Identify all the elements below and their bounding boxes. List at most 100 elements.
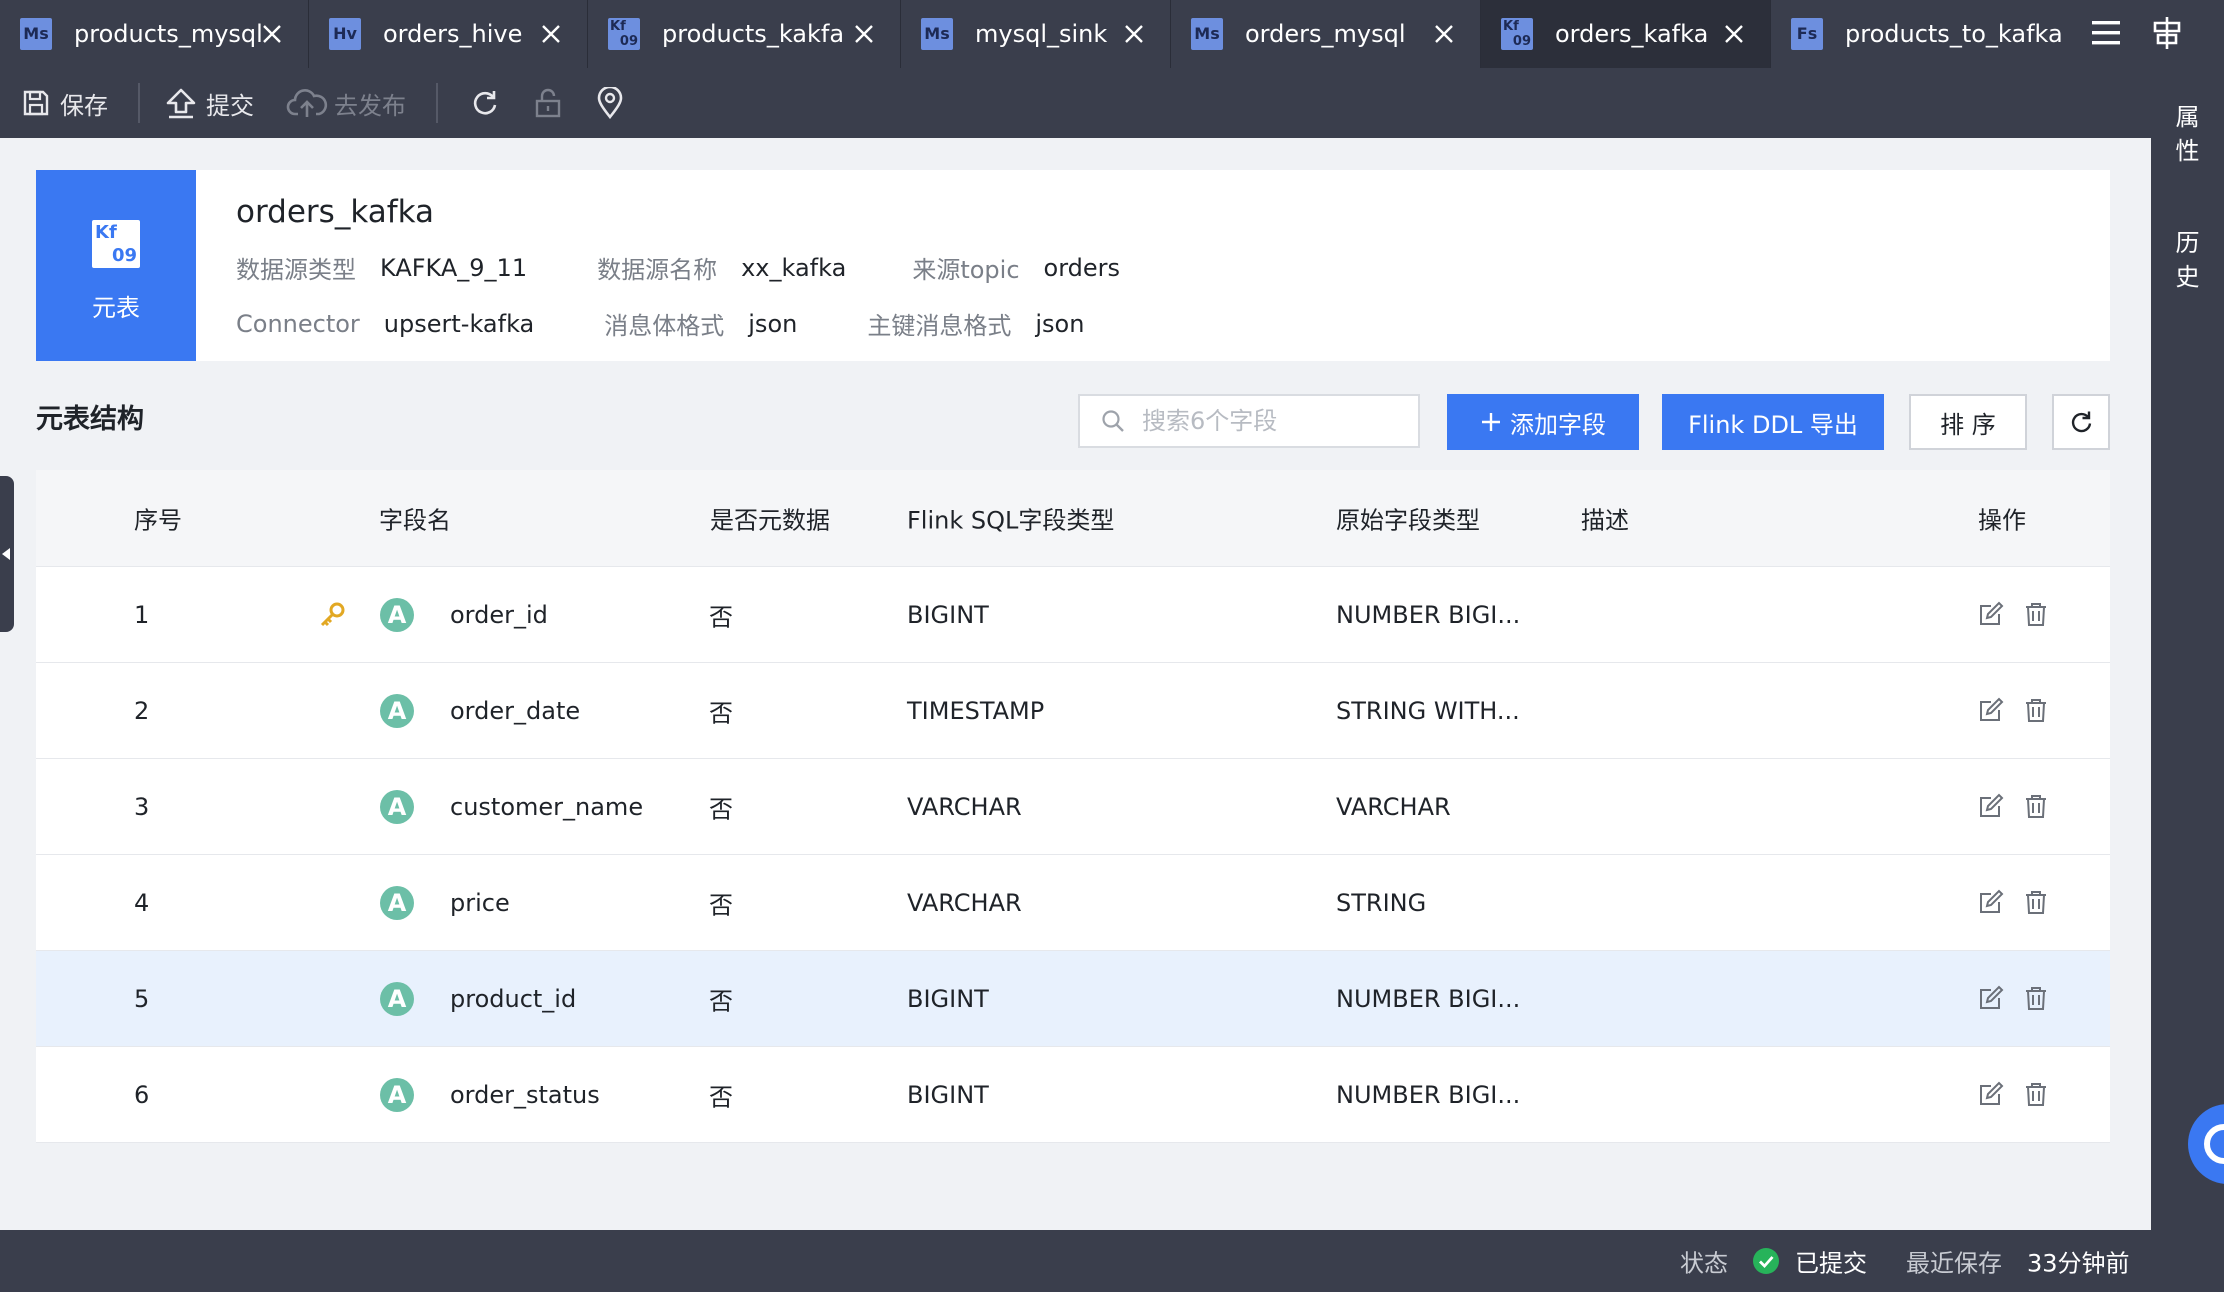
close-icon[interactable]: [1430, 20, 1458, 48]
flink-sql-badge-icon: Fs: [1791, 18, 1823, 50]
sidebar-collapse-handle[interactable]: [0, 476, 14, 632]
close-icon[interactable]: [850, 20, 878, 48]
field-name: product_id: [450, 984, 577, 1013]
kafka-badge-icon: Kf 09: [608, 18, 640, 50]
table-kind-block: Kf 09 元表: [36, 170, 196, 361]
trash-icon[interactable]: [2023, 793, 2049, 819]
raw-type-value: NUMBER BIGI...: [1336, 984, 1521, 1013]
trash-icon[interactable]: [2023, 697, 2049, 723]
tab-mysql-sink[interactable]: Ms mysql_sink: [901, 0, 1171, 68]
hive-badge-icon: Hv: [329, 18, 361, 50]
tab-orders-mysql[interactable]: Ms orders_mysql: [1171, 0, 1481, 68]
row-index: 1: [134, 600, 150, 629]
field-table: 序号 字段名 是否元数据 Flink SQL字段类型 原始字段类型 描述 操作 …: [36, 470, 2110, 1143]
sort-button[interactable]: 排 序: [1909, 394, 2027, 450]
history-tab-label: 历 史: [2175, 229, 2200, 291]
lock-icon[interactable]: [534, 88, 562, 118]
flink-type-value: TIMESTAMP: [907, 696, 1045, 725]
tab-orders-kafka[interactable]: Kf 09 orders_kafka: [1481, 0, 1771, 68]
edit-icon[interactable]: [1978, 601, 2004, 627]
col-raw-type-header: 原始字段类型: [1336, 506, 1480, 535]
close-icon[interactable]: [537, 20, 565, 48]
cloud-upload-icon: [286, 89, 328, 117]
properties-tab[interactable]: 属 性: [2151, 100, 2224, 168]
table-row[interactable]: 2 A order_date 否 TIMESTAMP STRING WITH..…: [36, 663, 2110, 759]
status-value: 已提交: [1795, 1249, 1867, 1278]
close-icon[interactable]: [1720, 20, 1748, 48]
mysql-badge-icon: Ms: [921, 18, 953, 50]
table-row[interactable]: 3 A customer_name 否 VARCHAR VARCHAR: [36, 759, 2110, 855]
tab-label: products_to_kafka: [1845, 20, 2063, 48]
trash-icon[interactable]: [2023, 601, 2049, 627]
status-bar: 状态 已提交 最近保存 33分钟前: [0, 1230, 2224, 1292]
type-badge: A: [380, 789, 414, 824]
edit-icon[interactable]: [1978, 793, 2004, 819]
row-index: 6: [134, 1080, 150, 1109]
flink-type-value: VARCHAR: [907, 888, 1022, 917]
edit-icon[interactable]: [1978, 1081, 2004, 1107]
tab-products-to-kafka[interactable]: Fs products_to_kafka: [1771, 0, 2091, 68]
tab-products-kakfa[interactable]: Kf 09 products_kakfa: [588, 0, 901, 68]
publish-button[interactable]: 去发布: [286, 86, 406, 121]
publish-label: 去发布: [334, 91, 406, 120]
table-row[interactable]: 4 A price 否 VARCHAR STRING: [36, 855, 2110, 951]
body-format-value: json: [748, 309, 798, 338]
connector-value: upsert-kafka: [383, 309, 535, 338]
field-search-input[interactable]: [1140, 406, 1404, 436]
flink-ddl-export-button[interactable]: Flink DDL 导出: [1662, 394, 1884, 450]
add-field-label: 添加字段: [1510, 410, 1606, 439]
tab-label: orders_mysql: [1245, 20, 1406, 48]
tab-label: orders_hive: [383, 20, 523, 48]
save-icon: [23, 90, 49, 116]
tab-label: mysql_sink: [975, 20, 1108, 48]
trash-icon[interactable]: [2023, 1081, 2049, 1107]
save-button[interactable]: 保存: [22, 86, 108, 121]
location-pin-icon[interactable]: [596, 87, 624, 119]
is-meta-value: 否: [709, 987, 733, 1015]
close-icon[interactable]: [1120, 20, 1148, 48]
tab-orders-hive[interactable]: Hv orders_hive: [309, 0, 588, 68]
tab-label: products_mysql: [74, 20, 263, 48]
meta-row-1: 数据源类型 KAFKA_9_11 数据源名称 xx_kafka 来源topic …: [236, 250, 1120, 285]
table-row[interactable]: 6 A order_status 否 BIGINT NUMBER BIGI...: [36, 1047, 2110, 1143]
topic-value: orders: [1043, 253, 1121, 282]
col-description-header: 描述: [1581, 506, 1629, 535]
flink-type-value: BIGINT: [907, 1080, 989, 1109]
add-field-button[interactable]: 添加字段: [1447, 394, 1639, 450]
tab-products-mysql[interactable]: Ms products_mysql: [0, 0, 309, 68]
is-meta-value: 否: [709, 1083, 733, 1111]
refresh-icon[interactable]: [470, 88, 500, 118]
close-icon[interactable]: [258, 20, 286, 48]
key-icon: [320, 602, 345, 626]
mysql-badge-icon: Ms: [1191, 18, 1223, 50]
raw-type-value: STRING: [1336, 888, 1427, 917]
status-label: 状态: [1680, 1249, 1728, 1278]
sort-label: 排 序: [1940, 410, 1996, 439]
tab-label: orders_kafka: [1555, 20, 1709, 48]
floating-assistant-button[interactable]: [2188, 1104, 2224, 1184]
trash-icon[interactable]: [2023, 985, 2049, 1011]
flink-type-value: VARCHAR: [907, 792, 1022, 821]
edit-icon[interactable]: [1978, 985, 2004, 1011]
trash-icon[interactable]: [2023, 889, 2049, 915]
tab-bar: Ms products_mysql Hv orders_hive Kf 09 pr…: [0, 0, 2151, 68]
table-row[interactable]: 5 A product_id 否 BIGINT NUMBER BIGI...: [36, 951, 2110, 1047]
table-header: 序号 字段名 是否元数据 Flink SQL字段类型 原始字段类型 描述 操作: [36, 470, 2110, 567]
layout-icon[interactable]: [2150, 14, 2184, 52]
submit-button[interactable]: 提交: [164, 86, 254, 121]
type-badge: A: [380, 693, 414, 728]
hamburger-menu-icon[interactable]: [2090, 18, 2122, 48]
col-flink-type-header: Flink SQL字段类型: [907, 506, 1115, 535]
key-format-value: json: [1035, 309, 1085, 338]
edit-icon[interactable]: [1978, 697, 2004, 723]
body-format-label: 消息体格式: [604, 312, 725, 340]
edit-icon[interactable]: [1978, 889, 2004, 915]
type-badge: A: [380, 597, 414, 632]
refresh-fields-button[interactable]: [2052, 394, 2110, 450]
col-is-meta-header: 是否元数据: [710, 506, 830, 535]
history-tab[interactable]: 历 史: [2151, 226, 2224, 294]
is-meta-value: 否: [709, 603, 733, 631]
table-row[interactable]: 1 A order_id 否 BIGINT NUMBER BIGI...: [36, 567, 2110, 663]
table-meta-card: Kf 09 元表 orders_kafka 数据源类型 KAFKA_9_11 数…: [36, 170, 2110, 361]
field-search[interactable]: [1078, 394, 1420, 448]
